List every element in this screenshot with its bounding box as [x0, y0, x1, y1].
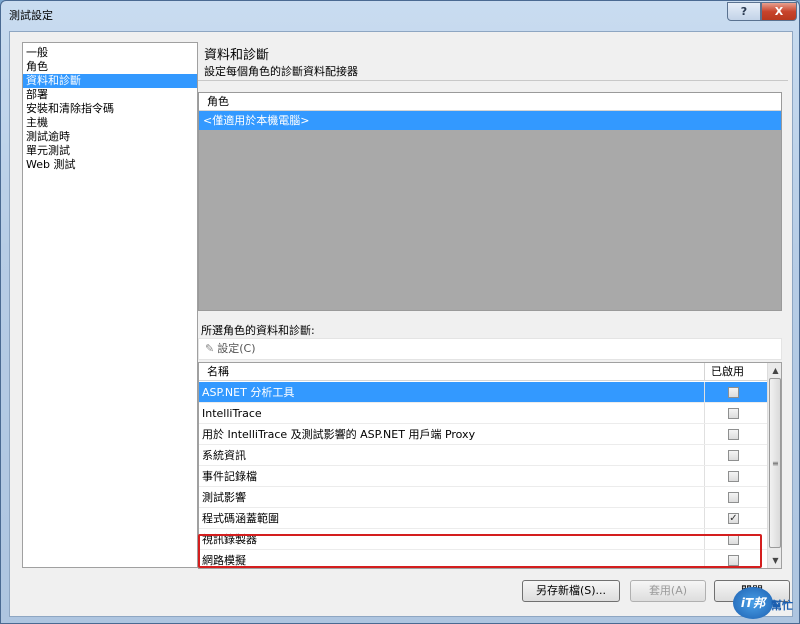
table-row[interactable]: 系統資訊: [199, 445, 767, 466]
close-window-button[interactable]: X: [761, 2, 797, 21]
row-name: 用於 IntelliTrace 及測試影響的 ASP.NET 用戶端 Proxy: [202, 428, 476, 441]
grip-icon: ≡: [772, 459, 779, 468]
logo-mark: iT邦: [733, 587, 773, 619]
diagnostics-section-label: 所選角色的資料和診斷:: [201, 324, 315, 337]
row-name: 系統資訊: [202, 449, 246, 462]
save-as-button[interactable]: 另存新檔(S)...: [522, 580, 620, 602]
roles-list: 角色 <僅適用於本機電腦>: [198, 92, 782, 311]
dialog-client-area: 一般 角色 資料和診斷 部署 安裝和清除指令碼 主機 測試逾時 單元測試 Web…: [9, 31, 793, 617]
enabled-checkbox[interactable]: [728, 408, 739, 419]
nav-item-general[interactable]: 一般: [23, 46, 197, 60]
table-row[interactable]: ASP.NET 分析工具: [199, 382, 767, 403]
grid-scrollbar[interactable]: ▲ ≡ ▼: [767, 363, 781, 568]
row-name: 事件記錄檔: [202, 470, 257, 483]
nav-item-hosts[interactable]: 主機: [23, 116, 197, 130]
diagnostics-toolbar: ✎ 設定(C): [198, 338, 782, 360]
page-subtitle: 設定每個角色的診斷資料配接器: [204, 65, 358, 78]
annotation-highlight-box: [198, 534, 762, 568]
row-name: IntelliTrace: [202, 407, 262, 420]
scroll-down-arrow-icon[interactable]: ▼: [768, 553, 781, 568]
title-bar[interactable]: 測試設定 ? X: [1, 1, 799, 27]
title-divider: [198, 80, 788, 81]
dialog-window: 測試設定 ? X 一般 角色 資料和診斷 部署 安裝和清除指令碼 主機 測試逾時…: [0, 0, 800, 624]
nav-item-data-diagnostics[interactable]: 資料和診斷: [23, 74, 197, 88]
table-row[interactable]: IntelliTrace: [199, 403, 767, 424]
enabled-checkbox-checked[interactable]: ✓: [728, 513, 739, 524]
pencil-icon: ✎: [205, 342, 215, 355]
role-row-local-machine[interactable]: <僅適用於本機電腦>: [199, 111, 781, 130]
nav-item-unit-test[interactable]: 單元測試: [23, 144, 197, 158]
ithome-logo: iT邦 幫忙: [729, 581, 799, 621]
column-header-name[interactable]: 名稱: [207, 363, 229, 381]
window-title: 測試設定: [9, 9, 53, 22]
enabled-checkbox[interactable]: [728, 429, 739, 440]
cell-divider: [704, 403, 705, 423]
enabled-checkbox[interactable]: [728, 471, 739, 482]
nav-item-web-test[interactable]: Web 測試: [23, 158, 197, 172]
help-button[interactable]: ?: [727, 2, 761, 21]
apply-button[interactable]: 套用(A): [630, 580, 706, 602]
column-divider: [704, 363, 705, 380]
logo-text: 幫忙: [771, 599, 793, 612]
scrollbar-thumb[interactable]: ≡: [769, 378, 781, 548]
nav-item-roles[interactable]: 角色: [23, 60, 197, 74]
column-header-enabled[interactable]: 已啟用: [711, 363, 744, 381]
row-name: ASP.NET 分析工具: [202, 386, 295, 399]
page-title: 資料和診斷: [204, 48, 270, 63]
grid-header: 名稱 已啟用: [199, 363, 767, 381]
nav-item-setup-cleanup-scripts[interactable]: 安裝和清除指令碼: [23, 102, 197, 116]
cell-divider: [704, 382, 705, 402]
cell-divider: [704, 424, 705, 444]
row-name: 程式碼涵蓋範圍: [202, 512, 279, 525]
enabled-checkbox[interactable]: [728, 387, 739, 398]
nav-item-deployment[interactable]: 部署: [23, 88, 197, 102]
table-row[interactable]: 事件記錄檔: [199, 466, 767, 487]
table-row[interactable]: 用於 IntelliTrace 及測試影響的 ASP.NET 用戶端 Proxy: [199, 424, 767, 445]
settings-nav-list: 一般 角色 資料和診斷 部署 安裝和清除指令碼 主機 測試逾時 單元測試 Web…: [22, 42, 198, 568]
settings-button[interactable]: 設定(C): [217, 342, 255, 355]
scroll-up-arrow-icon[interactable]: ▲: [768, 363, 781, 378]
cell-divider: [704, 445, 705, 465]
cell-divider: [704, 466, 705, 486]
enabled-checkbox[interactable]: [728, 492, 739, 503]
enabled-checkbox[interactable]: [728, 450, 739, 461]
cell-divider: [704, 508, 705, 528]
table-row[interactable]: 測試影響: [199, 487, 767, 508]
nav-item-test-timeouts[interactable]: 測試逾時: [23, 130, 197, 144]
row-name: 測試影響: [202, 491, 246, 504]
roles-column-header[interactable]: 角色: [199, 93, 781, 111]
cell-divider: [704, 487, 705, 507]
table-row[interactable]: 程式碼涵蓋範圍 ✓: [199, 508, 767, 529]
